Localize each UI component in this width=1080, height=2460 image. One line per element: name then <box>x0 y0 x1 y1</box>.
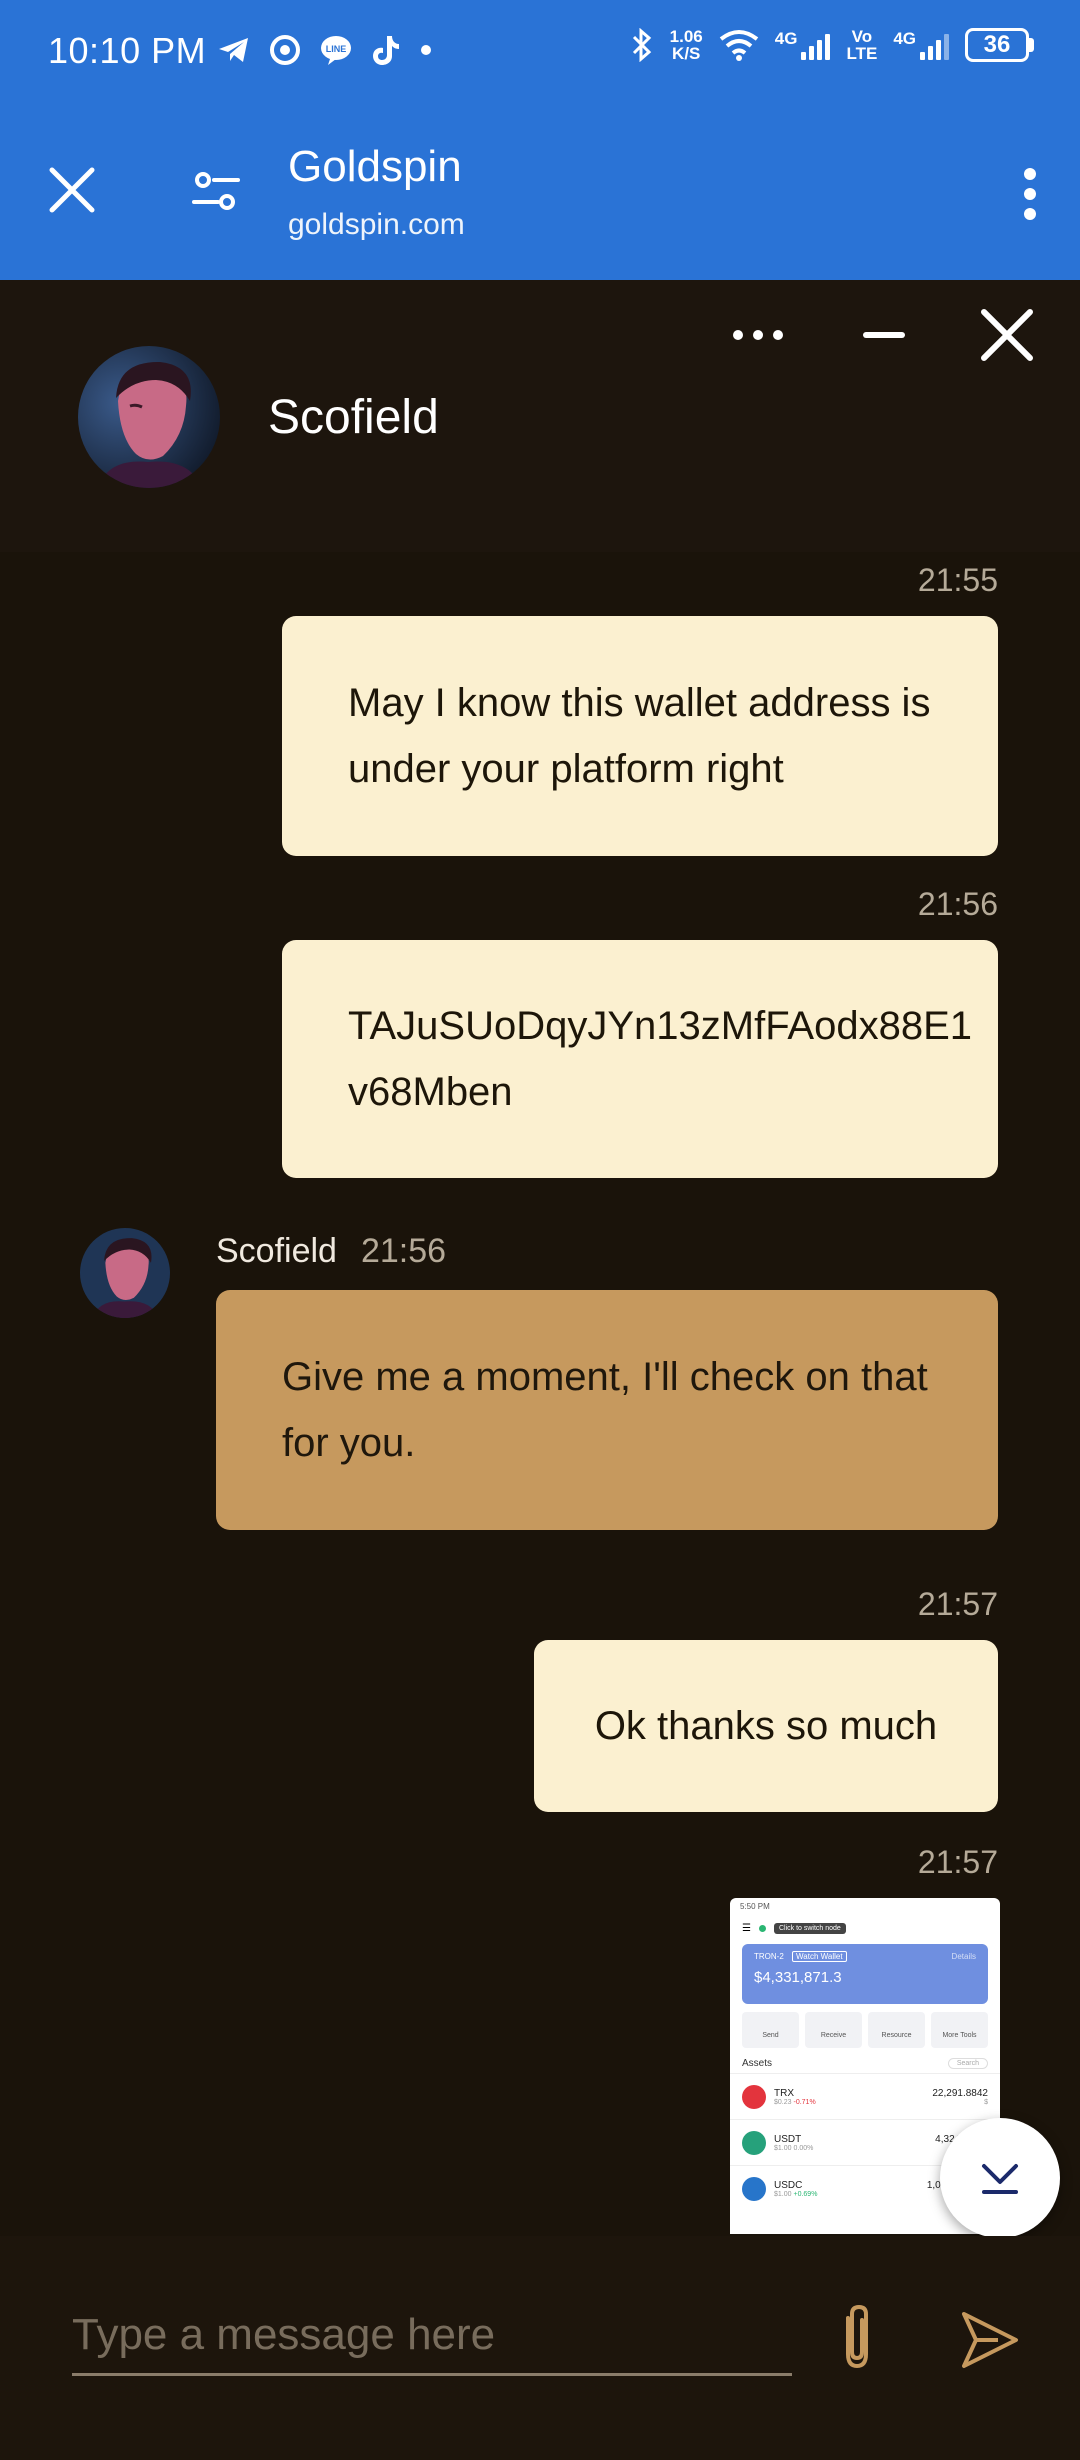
coin-value: $ <box>984 2098 988 2106</box>
chrome-icon <box>270 35 300 65</box>
coin-change: +0.69% <box>793 2190 818 2198</box>
signal-1: 4G <box>775 30 831 60</box>
message-input[interactable] <box>72 2296 792 2376</box>
network-speed: 1.06 K/S <box>670 28 703 62</box>
svg-text:LINE: LINE <box>326 44 347 54</box>
avatar <box>80 1228 170 1318</box>
volte-bottom: LTE <box>846 44 878 63</box>
switch-node-pill: Click to switch node <box>773 1922 846 1934</box>
battery-icon: 36 <box>965 28 1034 62</box>
outgoing-message[interactable]: May I know this wallet address is under … <box>282 616 998 856</box>
line-icon: LINE <box>321 36 351 65</box>
close-chat-icon[interactable] <box>978 306 1036 364</box>
scroll-to-bottom-button[interactable] <box>940 2118 1060 2238</box>
custom-tab-toolbar: Goldspin goldspin.com <box>0 108 1080 280</box>
coin-symbol: USDC <box>774 2179 803 2191</box>
thumb-action: More Tools <box>931 2012 988 2048</box>
assets-label: Assets <box>742 2058 773 2069</box>
thumb-balance: $4,331,871.3 <box>754 1969 842 1986</box>
battery-level: 36 <box>965 28 1029 62</box>
message-line: TAJuSUoDqyJYn13zMfFAodx88E1 <box>348 1004 973 1048</box>
screen: 10:10 PM LINE 1.06 K/S 4G Vo LTE 4G 36 G… <box>0 0 1080 2460</box>
coin-price: $1.00 <box>774 2144 792 2152</box>
network-label-2: 4G <box>893 29 916 48</box>
message-time: 21:56 <box>917 886 998 922</box>
dot-icon <box>421 45 431 55</box>
minimize-icon[interactable] <box>862 320 906 350</box>
node-status-dot <box>758 1924 766 1932</box>
sender-line: Scofield 21:56 <box>216 1232 446 1271</box>
trx-coin-icon <box>742 2084 766 2109</box>
coin-amount: 22,291.8842 <box>932 2087 988 2099</box>
coin-change: 0.00% <box>793 2144 814 2152</box>
sender-name: Scofield <box>216 1232 337 1270</box>
more-horiz-icon[interactable] <box>730 320 786 350</box>
bluetooth-icon <box>632 28 651 62</box>
notification-icons: LINE <box>218 34 432 66</box>
incoming-message[interactable]: Give me a moment, I'll check on that for… <box>216 1290 998 1530</box>
chat-header: Scofield <box>0 280 1080 552</box>
thumb-assets-header: Assets Search <box>730 2048 1000 2073</box>
thumb-status-time: 5:50 PM <box>740 1902 770 1911</box>
outgoing-message[interactable]: Ok thanks so much <box>534 1640 998 1812</box>
message-composer <box>0 2236 1080 2460</box>
status-bar: 10:10 PM LINE 1.06 K/S 4G Vo LTE 4G 36 <box>0 0 1080 108</box>
message-line: v68Mben <box>348 1070 513 1114</box>
thumb-actions: Send Receive Resource More Tools <box>742 2012 988 2048</box>
network-name: TRON-2 <box>754 1952 784 1961</box>
page-url[interactable]: goldspin.com <box>288 208 465 242</box>
avatar <box>78 346 220 488</box>
message-time: 21:55 <box>917 562 998 598</box>
thumb-action: Resource <box>868 2012 925 2048</box>
assets-search: Search <box>947 2058 988 2069</box>
system-icons: 1.06 K/S 4G Vo LTE 4G 36 <box>630 28 1034 62</box>
thumb-topbar: ☰ Click to switch node <box>730 1916 1000 1940</box>
contact-name: Scofield <box>268 391 439 444</box>
volte-label: Vo LTE <box>846 28 877 62</box>
coin-symbol: USDT <box>774 2133 802 2145</box>
close-icon[interactable] <box>46 164 98 216</box>
message-line: under your platform right <box>348 747 784 791</box>
signal-2: 4G <box>893 30 949 60</box>
coin-symbol: TRX <box>774 2087 794 2099</box>
watch-wallet-tag: Watch Wallet <box>792 1951 847 1962</box>
thumb-action: Receive <box>805 2012 862 2048</box>
message-time: 21:56 <box>360 1232 447 1270</box>
message-list[interactable]: 21:55 May I know this wallet address is … <box>0 552 1080 2236</box>
attachment-icon[interactable] <box>830 2304 884 2374</box>
volte-top: Vo <box>851 27 873 46</box>
site-settings-icon[interactable] <box>190 166 242 218</box>
outgoing-message[interactable]: TAJuSUoDqyJYn13zMfFAodx88E1 v68Mben <box>282 940 998 1178</box>
send-icon[interactable] <box>958 2306 1022 2370</box>
message-line: Give me a moment, I'll check on that <box>282 1355 928 1399</box>
more-vert-icon[interactable] <box>1020 166 1040 222</box>
message-time: 21:57 <box>917 1844 998 1880</box>
net-speed-value: 1.06 <box>669 27 703 46</box>
message-time: 21:57 <box>917 1586 998 1622</box>
coin-price: $0.23 <box>774 2098 792 2106</box>
telegram-icon <box>219 38 248 62</box>
wifi-icon <box>719 30 758 61</box>
coin-price: $1.00 <box>774 2190 792 2198</box>
thumb-coin-row: TRX $0.23 -0.71% 22,291.8842 $ <box>730 2073 1000 2119</box>
signal-icon <box>920 30 949 60</box>
usdc-coin-icon <box>742 2176 766 2201</box>
message-line: for you. <box>282 1421 416 1465</box>
menu-icon: ☰ <box>742 1922 751 1934</box>
thumb-action: Send <box>742 2012 799 2048</box>
coin-change: -0.71% <box>793 2098 816 2106</box>
message-line: May I know this wallet address is <box>348 681 931 725</box>
chevron-down-icon <box>982 2164 1018 2194</box>
network-label-1: 4G <box>774 29 798 48</box>
thumb-network: TRON-2 Watch Wallet Details <box>754 1951 976 1962</box>
signal-icon <box>801 30 831 60</box>
tiktok-icon <box>373 36 399 65</box>
details-link: Details <box>951 1952 976 1961</box>
page-title: Goldspin <box>288 142 462 191</box>
usdt-coin-icon <box>742 2130 766 2155</box>
net-speed-unit: K/S <box>672 44 701 63</box>
message-line: Ok thanks so much <box>594 1704 938 1748</box>
status-time: 10:10 PM <box>48 30 207 71</box>
thumb-balance-card: TRON-2 Watch Wallet Details $4,331,871.3 <box>742 1944 988 2004</box>
